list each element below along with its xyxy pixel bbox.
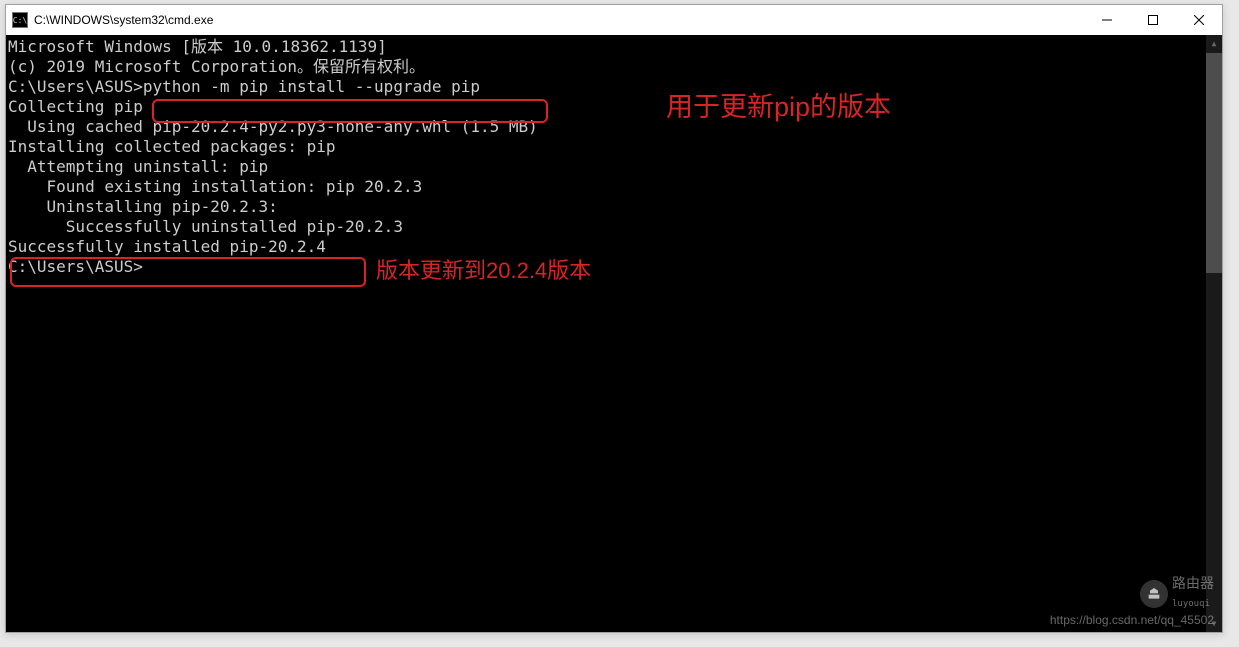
terminal-line: Installing collected packages: pip bbox=[8, 137, 1220, 157]
terminal-line: Uninstalling pip-20.2.3: bbox=[8, 197, 1220, 217]
cmd-window: C:\ C:\WINDOWS\system32\cmd.exe Microsof… bbox=[5, 4, 1223, 633]
terminal-line: Found existing installation: pip 20.2.3 bbox=[8, 177, 1220, 197]
minimize-button[interactable] bbox=[1084, 5, 1130, 35]
window-controls bbox=[1084, 5, 1222, 35]
terminal-line: Collecting pip bbox=[8, 97, 1220, 117]
scroll-up-arrow[interactable]: ▲ bbox=[1206, 35, 1222, 52]
terminal-line: Attempting uninstall: pip bbox=[8, 157, 1220, 177]
terminal-line: Successfully uninstalled pip-20.2.3 bbox=[8, 217, 1220, 237]
close-button[interactable] bbox=[1176, 5, 1222, 35]
scrollbar-thumb[interactable] bbox=[1206, 53, 1222, 273]
maximize-button[interactable] bbox=[1130, 5, 1176, 35]
terminal-content: Microsoft Windows [版本 10.0.18362.1139] (… bbox=[6, 37, 1222, 277]
terminal-line: Microsoft Windows [版本 10.0.18362.1139] bbox=[8, 37, 1220, 57]
watermark-logo: 路由器 luyouqi bbox=[1140, 574, 1214, 614]
terminal-line: Using cached pip-20.2.4-py2.py3-none-any… bbox=[8, 117, 1220, 137]
titlebar[interactable]: C:\ C:\WINDOWS\system32\cmd.exe bbox=[6, 5, 1222, 35]
window-title: C:\WINDOWS\system32\cmd.exe bbox=[34, 13, 213, 27]
annotation-text-success: 版本更新到20.2.4版本 bbox=[376, 261, 591, 281]
annotation-text-command: 用于更新pip的版本 bbox=[666, 97, 891, 117]
scrollbar[interactable]: ▲ ▼ bbox=[1206, 35, 1222, 632]
terminal-line: C:\Users\ASUS>python -m pip install --up… bbox=[8, 77, 1220, 97]
cmd-icon: C:\ bbox=[12, 12, 28, 28]
terminal-line: C:\Users\ASUS> bbox=[8, 257, 1220, 277]
watermark-url: https://blog.csdn.net/qq_45502 bbox=[1050, 610, 1214, 630]
terminal-line: (c) 2019 Microsoft Corporation。保留所有权利。 bbox=[8, 57, 1220, 77]
router-icon bbox=[1140, 580, 1168, 608]
terminal-line: Successfully installed pip-20.2.4 bbox=[8, 237, 1220, 257]
watermark-logo-text: 路由器 bbox=[1172, 574, 1214, 594]
terminal-body[interactable]: Microsoft Windows [版本 10.0.18362.1139] (… bbox=[6, 35, 1222, 632]
